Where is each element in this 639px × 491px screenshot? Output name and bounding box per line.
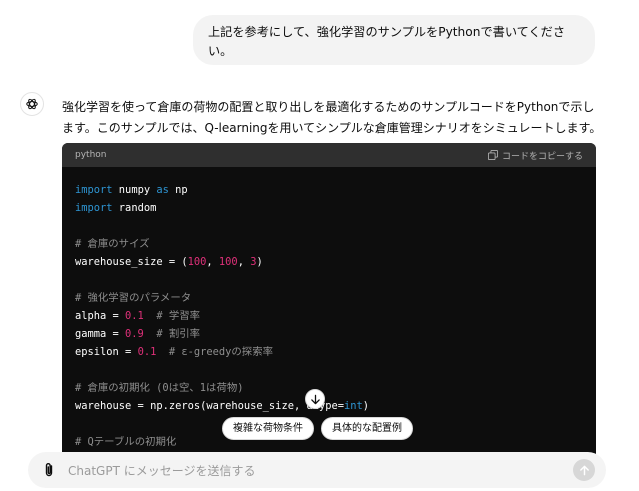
suggestion-chip[interactable]: 具体的な配置例: [321, 417, 413, 440]
code-line: gamma = 0.9 # 割引率: [75, 325, 596, 343]
code-token: warehouse_size = (: [75, 256, 188, 268]
arrow-down-icon: [310, 394, 320, 404]
code-token: ): [256, 256, 263, 268]
code-token: ): [362, 400, 370, 412]
code-token: numpy: [112, 184, 157, 196]
code-token: # 割引率: [143, 328, 201, 340]
code-token: # 倉庫の初期化 (0は空、1は荷物): [75, 382, 244, 394]
code-token: ,: [206, 256, 219, 268]
suggestion-chip[interactable]: 複雑な荷物条件: [222, 417, 314, 440]
code-token: gamma =: [75, 328, 126, 340]
code-block-header: python コードをコピーする: [62, 143, 596, 167]
code-line: warehouse_size = (100, 100, 3): [75, 253, 596, 271]
scroll-to-bottom-button[interactable]: [305, 389, 325, 409]
code-line: # 強化学習のパラメータ: [75, 289, 596, 307]
code-line: # 倉庫のサイズ: [75, 235, 596, 253]
paperclip-icon[interactable]: [42, 462, 56, 478]
code-line: epsilon = 0.1 # ε-greedyの探索率: [75, 343, 596, 361]
code-language-label: python: [75, 150, 107, 160]
code-token: # 学習率: [143, 310, 201, 322]
code-token: as: [156, 184, 169, 196]
code-line: # 倉庫の初期化 (0は空、1は荷物): [75, 379, 596, 397]
user-message-bubble: 上記を参考にして、強化学習のサンプルをPythonで書いてください。: [193, 15, 595, 65]
code-token: epsilon =: [75, 346, 138, 358]
code-token: 100: [218, 256, 238, 268]
openai-logo-icon: [26, 98, 38, 110]
code-token: np: [168, 184, 188, 196]
assistant-avatar: [20, 92, 44, 116]
assistant-message-text: 強化学習を使って倉庫の荷物の配置と取り出しを最適化するためのサンプルコードをPy…: [62, 100, 602, 135]
code-token: alpha =: [75, 310, 126, 322]
code-line: warehouse = np.zeros(warehouse_size, dty…: [75, 397, 596, 415]
code-block: python コードをコピーする import numpy as np impor…: [62, 143, 596, 463]
code-line: import numpy as np: [75, 181, 596, 199]
code-content: import numpy as np import random # 倉庫のサイズ…: [62, 167, 596, 451]
code-token: # 強化学習のパラメータ: [75, 292, 192, 304]
code-token: # ε-greedyの探索率: [156, 346, 273, 358]
code-line: alpha = 0.1 # 学習率: [75, 307, 596, 325]
code-token: # Qテーブルの初期化: [75, 436, 177, 448]
code-token: warehouse = np.zeros(warehouse_size, dty…: [75, 400, 344, 412]
arrow-up-icon: [579, 465, 589, 475]
code-token: import: [75, 202, 113, 214]
code-token: int: [344, 400, 363, 412]
code-token: 100: [187, 256, 207, 268]
code-token: 0.9: [125, 328, 144, 340]
code-token: 0.1: [137, 346, 157, 358]
user-message-text: 上記を参考にして、強化学習のサンプルをPythonで書いてください。: [208, 25, 566, 58]
copy-code-label: コードをコピーする: [501, 151, 583, 162]
code-token: # 倉庫のサイズ: [75, 238, 150, 250]
copy-code-button[interactable]: コードをコピーする: [487, 149, 583, 162]
code-token: ,: [237, 256, 251, 268]
send-button[interactable]: [573, 459, 595, 481]
code-token: 0.1: [125, 310, 144, 322]
code-line: import random: [75, 199, 596, 217]
copy-icon: [487, 150, 498, 160]
code-token: random: [112, 202, 157, 214]
message-composer: [28, 452, 606, 490]
code-token: import: [75, 184, 113, 196]
message-input[interactable]: [66, 452, 550, 490]
